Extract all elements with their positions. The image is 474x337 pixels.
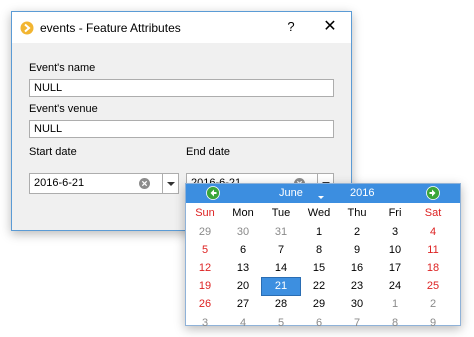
weekday-header: Fri (388, 207, 402, 219)
calendar-day[interactable]: 3 (376, 224, 414, 241)
calendar-day[interactable]: 5 (262, 315, 300, 332)
calendar-day[interactable]: 30 (224, 224, 262, 241)
chevron-down-icon (167, 182, 175, 186)
calendar-day[interactable]: 2 (414, 296, 452, 313)
calendar-day[interactable]: 12 (186, 260, 224, 277)
weekday-header: Tue (271, 207, 291, 219)
calendar-day[interactable]: 18 (414, 260, 452, 277)
calendar-day[interactable]: 2 (338, 224, 376, 241)
calendar-day[interactable]: 1 (300, 224, 338, 241)
calendar-day[interactable]: 8 (300, 242, 338, 259)
calendar-day[interactable]: 5 (186, 242, 224, 259)
start-date-value: 2016-6-21 (34, 177, 85, 189)
calendar-day[interactable]: 17 (376, 260, 414, 277)
calendar-day[interactable]: 20 (224, 278, 262, 295)
weekday-header: Mon (232, 207, 254, 219)
calendar-day[interactable]: 13 (224, 260, 262, 277)
weekday-header: Wed (307, 207, 331, 219)
next-month-arrow-icon[interactable] (426, 186, 440, 200)
help-button[interactable]: ? (280, 16, 302, 38)
calendar-day[interactable]: 14 (262, 260, 300, 277)
calendar-day[interactable]: 27 (224, 296, 262, 313)
calendar-day[interactable]: 28 (262, 296, 300, 313)
calendar-day[interactable]: 7 (338, 315, 376, 332)
event-venue-label: Event's venue (29, 103, 98, 115)
calendar-day[interactable]: 6 (224, 242, 262, 259)
year-selector[interactable]: 2016 (350, 187, 374, 199)
calendar-day[interactable]: 4 (224, 315, 262, 332)
close-button[interactable]: ✕ (318, 16, 342, 38)
calendar-day[interactable]: 26 (186, 296, 224, 313)
end-date-label: End date (186, 146, 231, 158)
calendar-day[interactable]: 9 (414, 315, 452, 332)
calendar-day[interactable]: 11 (414, 242, 452, 259)
calendar-popup: June 2016 Sun Mon Tue Wed Thu Fri Sat 29 30 31 1 2 3… (185, 183, 461, 329)
calendar-day[interactable]: 16 (338, 260, 376, 277)
calendar-day[interactable]: 15 (300, 260, 338, 277)
calendar-day[interactable]: 22 (300, 278, 338, 295)
event-name-field[interactable]: NULL (29, 79, 334, 97)
prev-month-arrow-icon[interactable] (206, 186, 220, 200)
calendar-day[interactable]: 3 (186, 315, 224, 332)
calendar-day-selected[interactable]: 21 (261, 277, 301, 297)
weekday-header: Sun (195, 207, 215, 219)
event-venue-field[interactable]: NULL (29, 120, 334, 138)
calendar-day[interactable]: 10 (376, 242, 414, 259)
calendar-day[interactable]: 8 (376, 315, 414, 332)
chevron-down-icon (318, 196, 324, 199)
start-date-dropdown-button[interactable] (162, 173, 179, 194)
title-bar[interactable]: events - Feature Attributes ? ✕ (12, 12, 351, 43)
calendar-day[interactable]: 24 (376, 278, 414, 295)
dialog-title: events - Feature Attributes (40, 21, 181, 35)
calendar-day[interactable]: 4 (414, 224, 452, 241)
calendar-day[interactable]: 9 (338, 242, 376, 259)
calendar-day[interactable]: 6 (300, 315, 338, 332)
calendar-day[interactable]: 29 (186, 224, 224, 241)
calendar-day[interactable]: 19 (186, 278, 224, 295)
calendar-nav-bar: June 2016 (186, 184, 460, 203)
qgis-logo-icon (20, 21, 34, 35)
clear-icon[interactable] (139, 178, 150, 189)
event-name-label: Event's name (29, 62, 96, 74)
calendar-day[interactable]: 31 (262, 224, 300, 241)
calendar-day[interactable]: 25 (414, 278, 452, 295)
start-date-field[interactable]: 2016-6-21 (29, 173, 179, 194)
month-selector[interactable]: June (279, 187, 303, 199)
calendar-day[interactable]: 23 (338, 278, 376, 295)
calendar-day[interactable]: 1 (376, 296, 414, 313)
calendar-day[interactable]: 7 (262, 242, 300, 259)
weekday-header: Sat (424, 207, 442, 219)
calendar-day[interactable]: 30 (338, 296, 376, 313)
start-date-label: Start date (29, 146, 77, 158)
weekday-header: Thu (347, 207, 367, 219)
calendar-day[interactable]: 29 (300, 296, 338, 313)
